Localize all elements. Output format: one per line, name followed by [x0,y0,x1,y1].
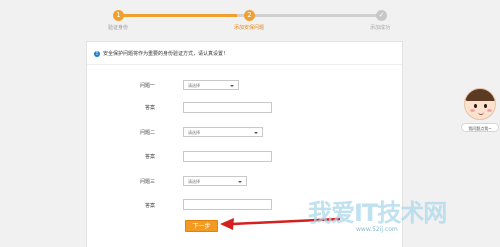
info-icon: ! [94,51,100,57]
question-3-select-value: 请选择 [188,179,200,184]
answer-3-label: 答案 [144,203,155,209]
step-1-label: 验证身份 [108,25,129,31]
chevron-down-icon [254,132,258,134]
chevron-down-icon [238,181,242,183]
watermark-url: www.52ij.com [356,226,398,233]
notice-text: 安全保护问题将作为重要的身份验证方式，请认真设置！ [103,51,229,57]
question-1-select-value: 请选择 [188,83,200,88]
next-button[interactable]: 下一步 [185,220,218,232]
step-3-label: 添加成功 [370,25,391,31]
step-2-circle: 2 [244,10,255,21]
step-3-circle: ✓ [376,10,387,21]
step-2-number: 2 [247,11,252,19]
answer-1-input[interactable] [183,102,272,113]
question-2-select[interactable]: 请选择 [183,127,263,137]
question-2-label: 问题二 [139,130,155,136]
feedback-avatar[interactable] [464,88,496,120]
avatar-eye-left [474,104,477,108]
question-3-label: 问题三 [139,179,155,185]
check-icon: ✓ [378,11,385,19]
progress-line-pending [237,14,382,17]
progress-line-done [118,14,237,17]
avatar-hair [465,89,495,101]
question-1-select[interactable]: 请选择 [183,80,239,90]
step-1-circle: 1 [113,10,124,21]
avatar-blush-right [487,109,492,112]
watermark-logo: 我爱IT技术网 [308,199,447,227]
answer-1-label: 答案 [144,105,155,111]
avatar-eye-right [484,104,487,108]
feedback-button[interactable]: 我问题点我~ [461,123,499,132]
chevron-down-icon [230,85,234,87]
question-3-select[interactable]: 请选择 [183,176,247,186]
avatar-mouth [478,111,484,115]
answer-2-label: 答案 [144,154,155,160]
divider [87,64,402,65]
step-1-number: 1 [116,11,121,19]
answer-2-input[interactable] [183,151,272,162]
answer-3-input[interactable] [183,199,272,210]
avatar-blush-left [470,109,475,112]
question-1-label: 问题一 [139,83,155,89]
step-2-label: 添加安保问题 [234,25,265,31]
question-2-select-value: 请选择 [188,130,200,135]
